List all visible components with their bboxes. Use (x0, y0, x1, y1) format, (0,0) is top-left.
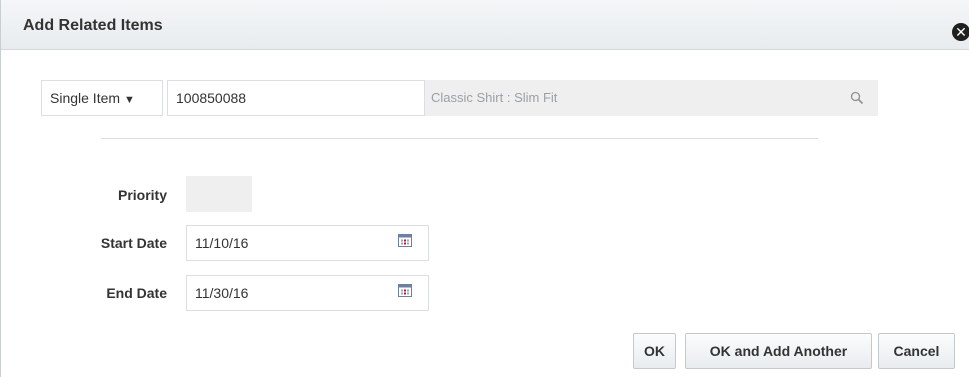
start-date-input[interactable] (186, 225, 429, 261)
item-description: Classic Shirt : Slim Fit (431, 90, 558, 105)
close-icon[interactable]: ✕ (952, 23, 969, 41)
ok-button[interactable]: OK (633, 333, 676, 369)
calendar-icon[interactable] (398, 284, 412, 297)
priority-field (186, 176, 252, 212)
add-related-items-dialog: Add Related Items ✕ Single Item▼ Classic… (0, 0, 969, 377)
ok-and-add-another-button[interactable]: OK and Add Another (685, 333, 872, 369)
cancel-button[interactable]: Cancel (878, 333, 955, 369)
calendar-icon[interactable] (398, 234, 412, 247)
end-date-input[interactable] (186, 275, 429, 311)
search-icon[interactable] (850, 91, 864, 105)
item-description-field: Classic Shirt : Slim Fit (425, 80, 878, 116)
chevron-down-icon: ▼ (124, 94, 135, 106)
dialog-title-bar: Add Related Items ✕ (1, 0, 969, 50)
item-type-select[interactable]: Single Item ▼ (41, 80, 163, 116)
dialog-title: Add Related Items (23, 17, 163, 34)
section-divider (101, 138, 818, 139)
priority-label: Priority (117, 187, 167, 203)
item-type-selected: Single Item (50, 90, 121, 106)
item-number-input[interactable] (167, 80, 425, 116)
start-date-label: Start Date (100, 235, 167, 251)
end-date-label: End Date (106, 285, 167, 301)
